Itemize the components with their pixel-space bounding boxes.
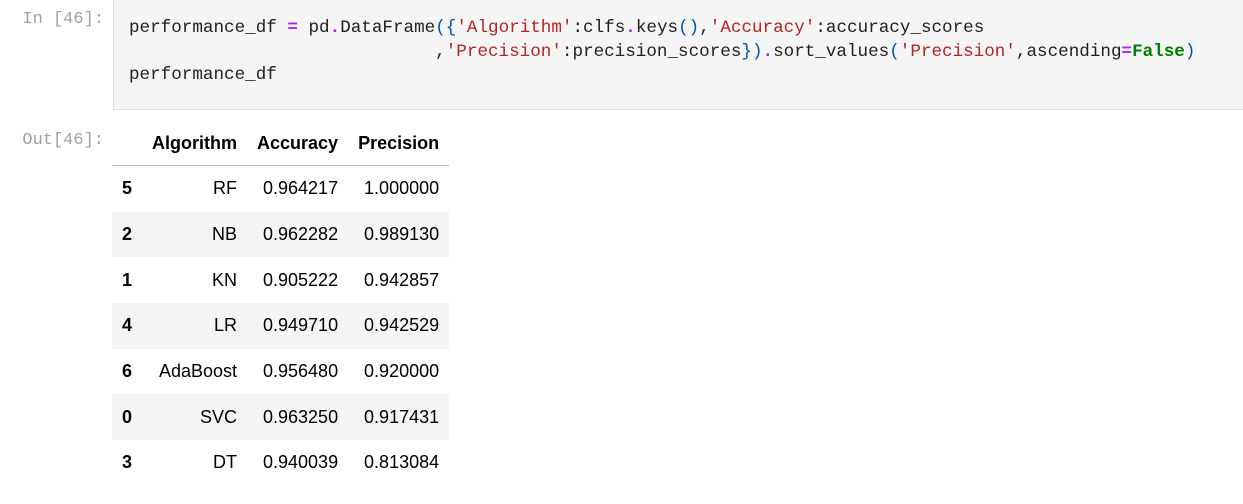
table-cell: 0.920000 [364, 361, 440, 382]
table-row: 5 RF 0.964217 1.000000 [112, 166, 449, 212]
code-token: performance_df [129, 65, 277, 86]
table-cell: RF [213, 178, 238, 199]
code-token: 'Accuracy' [709, 18, 816, 38]
table-cell: 0.905222 [263, 269, 339, 290]
table-row: 4 LR 0.949710 0.942529 [112, 303, 450, 349]
table-header-row: Algorithm Accuracy Precision [112, 121, 450, 166]
table-cell: 0.989130 [348, 211, 450, 258]
table-cell: 1.000000 [364, 178, 440, 199]
code-token: = [287, 18, 298, 38]
code-token: performance_df [129, 18, 288, 38]
code-token: ( [889, 41, 900, 62]
column-header: Accuracy [247, 121, 349, 166]
table-cell: AdaBoost [158, 361, 238, 382]
table-cell: NB [142, 211, 248, 258]
table-cell: 0.962282 [247, 211, 349, 258]
table-cell: 0.940039 [263, 452, 339, 473]
column-header: Algorithm [142, 121, 248, 166]
row-index: 5 [122, 178, 133, 199]
table-cell: LR [142, 303, 248, 349]
row-index: 0 [112, 394, 143, 441]
table-cell: 0.956480 [263, 361, 339, 382]
code-token: 'Algorithm' [456, 18, 573, 38]
code-token: , [699, 18, 710, 38]
code-token: sort_values [773, 41, 890, 62]
code-token: keys [635, 18, 679, 38]
input-prompt: In [46]: [22, 10, 104, 29]
table-cell: DT [213, 452, 238, 473]
table-cell: 0.942529 [348, 303, 450, 349]
table-row: 6 AdaBoost 0.956480 0.920000 [112, 349, 449, 395]
table-row: 2 NB 0.962282 0.989130 [112, 211, 450, 258]
code-token: . [762, 41, 774, 62]
code-token: pd [297, 18, 330, 38]
code-token: . [329, 18, 341, 38]
code-token: :precision_scores [561, 41, 742, 62]
code-token: }) [741, 41, 763, 62]
row-index: 4 [112, 303, 143, 349]
code-token: False [1132, 41, 1185, 62]
output-prompt: Out[46]: [22, 131, 104, 150]
code-token: ({ [435, 18, 457, 38]
code-token: = [1121, 41, 1133, 62]
table-cell: 0.949710 [247, 303, 349, 349]
table-cell: KN [212, 269, 238, 290]
table-row: 3 DT 0.940039 0.813084 [112, 440, 449, 486]
row-index: 1 [122, 269, 133, 290]
code-token: DataFrame [340, 18, 436, 38]
code-cell[interactable]: performance_df = pd.DataFrame({'Algorith… [113, 0, 1243, 110]
table-cell: 0.813084 [364, 452, 440, 473]
code-line: ,'Precision':precision_scores}).sort_val… [129, 41, 1195, 65]
code-editor[interactable]: performance_df = pd.DataFrame({'Algorith… [129, 17, 1195, 88]
table-cell: 0.963250 [247, 394, 349, 441]
row-index: 6 [122, 361, 133, 382]
code-token: :clfs [572, 18, 626, 38]
column-header: Precision [348, 121, 450, 166]
dataframe-output: Algorithm Accuracy Precision 5 RF 0.964217 1.… [112, 121, 450, 486]
table-cell: 0.942857 [364, 269, 440, 290]
row-index: 3 [122, 452, 133, 473]
code-token: () [678, 18, 700, 38]
table-row: 0 SVC 0.963250 0.917431 [112, 394, 450, 441]
table-cell: 0.964217 [263, 178, 339, 199]
code-token: , [129, 41, 446, 62]
table-row: 1 KN 0.905222 0.942857 [112, 257, 449, 303]
code-token: . [625, 18, 636, 38]
code-line: performance_df = pd.DataFrame({'Algorith… [129, 17, 1195, 41]
code-token: :accuracy_scores [815, 18, 985, 38]
table-cell: 0.917431 [348, 394, 450, 441]
code-line: performance_df [129, 64, 1195, 88]
row-index: 2 [112, 211, 143, 258]
code-token: 'Precision' [445, 41, 562, 62]
column-header [112, 121, 143, 166]
code-token: 'Precision' [899, 41, 1016, 62]
code-token: ,ascending [1015, 41, 1122, 62]
code-token: ) [1184, 41, 1196, 62]
table-cell: SVC [142, 394, 248, 441]
